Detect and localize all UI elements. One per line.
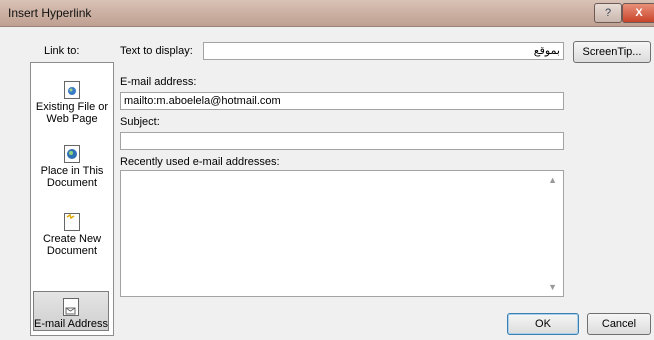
link-to-existing-file[interactable]: Existing File or Web Page <box>31 81 113 125</box>
email-address-label: E-mail address: <box>120 76 197 88</box>
subject-label: Subject: <box>120 116 160 128</box>
link-to-email-address-label: E-mail Address <box>34 318 108 330</box>
link-to-email-address[interactable]: E-mail Address <box>33 291 109 331</box>
link-to-label: Link to: <box>44 45 80 57</box>
link-to-place-in-document-label: Place in This Document <box>40 165 104 189</box>
email-document-icon <box>63 298 79 316</box>
scroll-up-arrow-icon[interactable]: ▲ <box>548 175 557 185</box>
recent-emails-label: Recently used e-mail addresses: <box>120 156 280 168</box>
help-button[interactable]: ? <box>594 3 622 23</box>
link-to-existing-file-label: Existing File or Web Page <box>35 101 109 125</box>
close-button[interactable]: X <box>622 3 654 23</box>
subject-input[interactable] <box>120 132 564 150</box>
link-to-place-in-document[interactable]: Place in This Document <box>31 145 113 189</box>
screentip-button[interactable]: ScreenTip... <box>573 41 651 63</box>
link-to-panel: Existing File or Web Page Place in This … <box>30 62 114 336</box>
scroll-down-arrow-icon[interactable]: ▼ <box>548 282 557 292</box>
email-address-input[interactable]: mailto:m.aboelela@hotmail.com <box>120 92 564 110</box>
new-document-icon <box>64 213 80 231</box>
title-bar[interactable]: Insert Hyperlink ? X <box>0 0 654 27</box>
text-to-display-input[interactable]: بموقع <box>203 42 564 60</box>
dialog-body: Link to: Existing File or Web Page Place… <box>0 27 654 340</box>
help-icon: ? <box>604 7 612 19</box>
cancel-button[interactable]: Cancel <box>587 313 651 335</box>
link-to-new-document[interactable]: Create New Document <box>31 213 113 257</box>
insert-hyperlink-dialog: Insert Hyperlink ? X Link to: Existing F… <box>0 0 654 340</box>
close-icon: X <box>635 7 643 19</box>
ok-button[interactable]: OK <box>507 313 579 335</box>
link-to-new-document-label: Create New Document <box>42 233 102 257</box>
globe-file-icon <box>64 81 80 99</box>
text-to-display-label: Text to display: <box>120 45 193 57</box>
document-globe-icon <box>64 145 80 163</box>
recent-emails-list[interactable]: ▲ ▼ <box>120 170 564 297</box>
dialog-title: Insert Hyperlink <box>8 6 92 20</box>
